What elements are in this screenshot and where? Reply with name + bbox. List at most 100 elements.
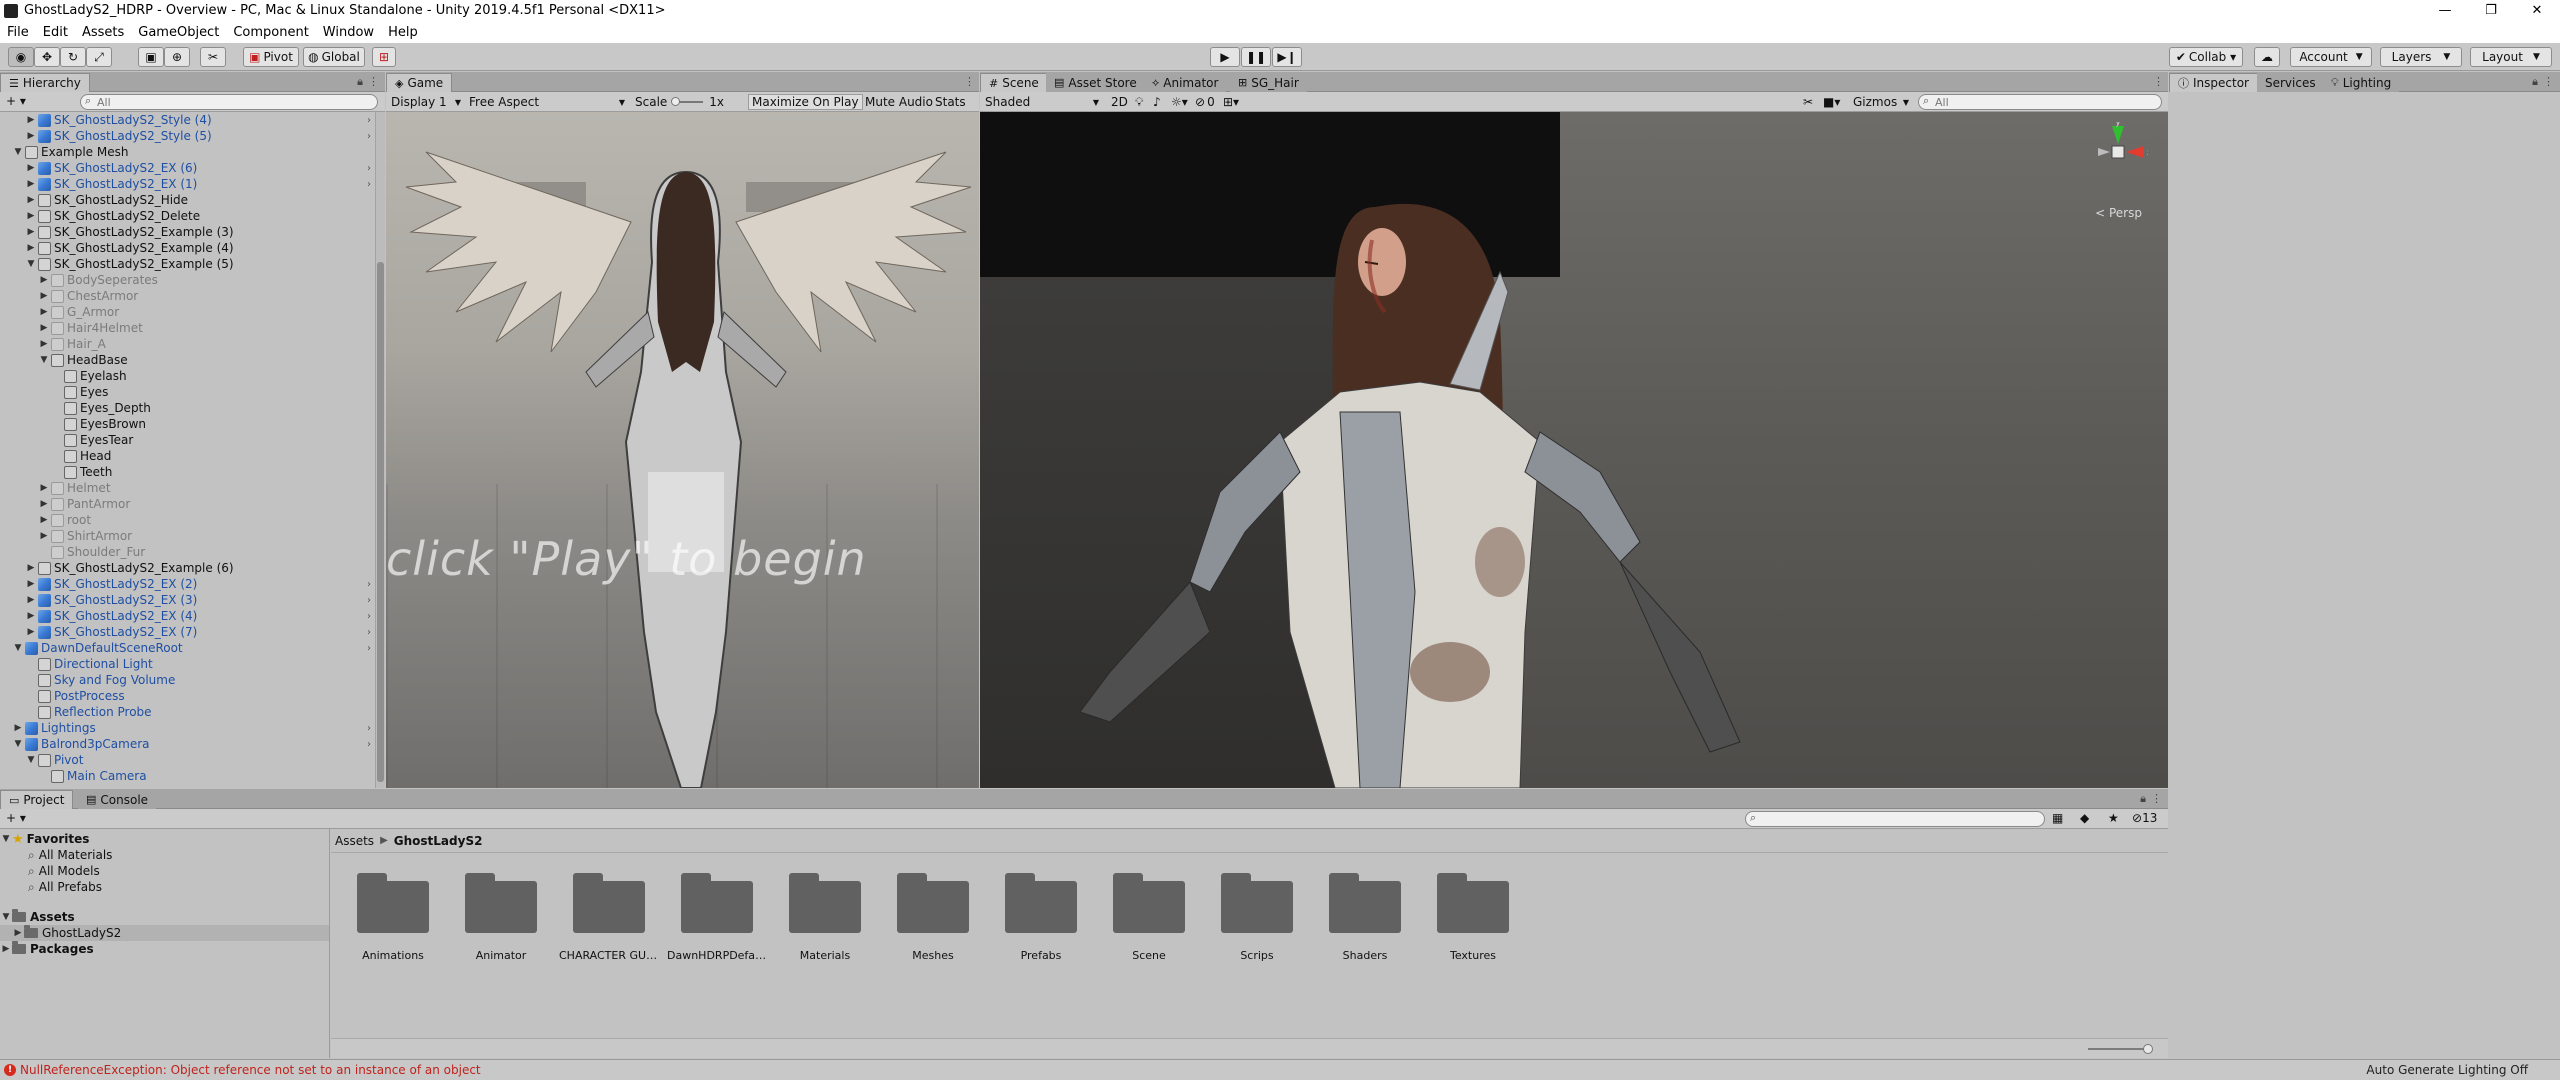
restore-button[interactable]: ❐ [2468,0,2514,21]
hierarchy-row[interactable]: ▶ SK_GhostLadyS2_EX (1) › [0,176,375,192]
open-prefab-chevron-icon[interactable]: › [367,163,371,174]
favorite-all-materials[interactable]: ⌕ All Materials [0,847,329,863]
asset-folder[interactable]: DawnHDRPDefaul... [667,871,767,981]
asset-folder[interactable]: Textures [1423,871,1523,981]
asset-folder[interactable]: Meshes [883,871,983,981]
hierarchy-row[interactable]: ▼ Pivot [0,752,375,768]
menu-assets[interactable]: Assets [75,25,131,40]
play-button[interactable]: ▶ [1210,47,1240,67]
perspective-label[interactable]: < Persp [2095,206,2142,220]
cloud-button[interactable]: ☁ [2254,47,2280,67]
rect-tool-button[interactable]: ▣ [138,47,164,67]
asset-folder[interactable]: Scene [1099,871,1199,981]
expand-arrow-icon[interactable]: ▶ [26,563,36,573]
kebab-menu-icon[interactable]: ⋮ [964,75,975,88]
hierarchy-row[interactable]: ▶ SK_GhostLadyS2_Example (3) [0,224,375,240]
filter-type-icon[interactable]: ▦ [2052,811,2063,825]
hierarchy-scrollbar[interactable] [375,112,385,788]
pause-button[interactable]: ❚❚ [1241,47,1271,67]
scale-tool-button[interactable]: ⤢ [86,47,112,67]
folder-ghostladys2[interactable]: ▶ GhostLadyS2 [0,925,329,941]
hierarchy-row[interactable]: ▶ G_Armor [0,304,375,320]
tab-hierarchy[interactable]: ☰ Hierarchy [0,73,90,92]
lock-icon[interactable]: 🔒︎ [2532,75,2538,89]
expand-arrow-icon[interactable]: ▶ [26,163,36,173]
hand-tool-button[interactable]: ◉ [8,47,34,67]
scene-search-input[interactable]: All [1918,94,2162,110]
kebab-menu-icon[interactable]: ⋮ [2543,75,2554,88]
expand-arrow-icon[interactable]: ▶ [26,611,36,621]
open-prefab-chevron-icon[interactable]: › [367,739,371,750]
project-search-input[interactable] [1745,811,2045,827]
favorite-star-icon[interactable]: ★ [2108,811,2119,825]
expand-arrow-icon[interactable]: ▶ [39,323,49,333]
account-dropdown[interactable]: Account ▼ [2290,47,2372,67]
kebab-menu-icon[interactable]: ⋮ [2151,792,2162,805]
hierarchy-row[interactable]: Eyelash [0,368,375,384]
hierarchy-row[interactable]: ▶ ShirtArmor [0,528,375,544]
expand-arrow-icon[interactable]: ▶ [26,195,36,205]
menu-help[interactable]: Help [381,25,425,40]
breadcrumb-assets[interactable]: Assets [335,834,374,848]
hierarchy-row[interactable]: Main Camera [0,768,375,784]
open-prefab-chevron-icon[interactable]: › [367,131,371,142]
expand-arrow-icon[interactable]: ▶ [26,115,36,125]
scale-slider[interactable]: Scale 1x [632,94,732,110]
expand-arrow-icon[interactable]: ▶ [39,499,49,509]
hidden-packages-toggle[interactable]: ⊘13 [2132,811,2157,825]
expand-arrow-icon[interactable]: ▼ [0,912,12,922]
pivot-toggle[interactable]: ▣ Pivot [243,47,299,67]
grid-toggle[interactable]: ⊞▾ [1220,94,1242,110]
camera-dropdown[interactable]: ■▾ [1820,94,1843,110]
open-prefab-chevron-icon[interactable]: › [367,611,371,622]
gizmos-dropdown[interactable]: Gizmos ▼ [1850,94,1912,110]
expand-arrow-icon[interactable]: ▶ [13,723,23,733]
hierarchy-row[interactable]: Teeth [0,464,375,480]
hierarchy-row[interactable]: ▶ SK_GhostLadyS2_EX (2) › [0,576,375,592]
expand-arrow-icon[interactable]: ▼ [13,643,23,653]
expand-arrow-icon[interactable]: ▶ [39,515,49,525]
effects-dropdown[interactable]: ☼▾ [1168,94,1191,110]
hierarchy-row[interactable]: Eyes_Depth [0,400,375,416]
hierarchy-row[interactable]: ▶ root [0,512,375,528]
expand-arrow-icon[interactable]: ▶ [39,275,49,285]
hierarchy-row[interactable]: ▶ SK_GhostLadyS2_Style (4) › [0,112,375,128]
expand-arrow-icon[interactable]: ▼ [13,739,23,749]
menu-window[interactable]: Window [316,25,381,40]
hierarchy-row[interactable]: EyesTear [0,432,375,448]
global-toggle[interactable]: ◍ Global [303,47,365,67]
hierarchy-row[interactable]: ▼ Example Mesh [0,144,375,160]
expand-arrow-icon[interactable]: ▶ [26,243,36,253]
asset-folder[interactable]: Shaders [1315,871,1415,981]
hierarchy-row[interactable]: ▶ Hair_A [0,336,375,352]
minimize-button[interactable]: — [2422,0,2468,21]
tab-console[interactable]: ▤ Console [78,790,157,809]
expand-arrow-icon[interactable]: ▶ [26,211,36,221]
hierarchy-row[interactable]: ▶ SK_GhostLadyS2_EX (6) › [0,160,375,176]
layout-dropdown[interactable]: Layout ▼ [2470,47,2552,67]
2d-toggle[interactable]: 2D [1108,94,1131,110]
assets-root[interactable]: ▼ Assets [0,909,329,925]
layers-dropdown[interactable]: Layers ▼ [2380,47,2462,67]
hierarchy-row[interactable]: ▶ SK_GhostLadyS2_Example (4) [0,240,375,256]
expand-arrow-icon[interactable]: ▶ [26,179,36,189]
hierarchy-row[interactable]: ▶ ChestArmor [0,288,375,304]
move-tool-button[interactable]: ✥ [34,47,60,67]
tab-sg-hair[interactable]: ⊞ SG_Hair [1230,73,1307,92]
hierarchy-row[interactable]: ▶ SK_GhostLadyS2_Style (5) › [0,128,375,144]
hierarchy-row[interactable]: ▶ BodySeperates [0,272,375,288]
collab-dropdown[interactable]: ✔ Collab ▾ [2169,47,2243,67]
tools-toggle[interactable]: ✂ [1800,94,1816,110]
hierarchy-row[interactable]: Directional Light [0,656,375,672]
stats-toggle[interactable]: Stats [932,94,969,110]
step-button[interactable]: ▶❙ [1272,47,1302,67]
expand-arrow-icon[interactable]: ▼ [26,755,36,765]
grid-snap-button[interactable]: ⊞ [372,47,396,67]
console-error-message[interactable]: NullReferenceException: Object reference… [20,1063,481,1077]
hierarchy-row[interactable]: EyesBrown [0,416,375,432]
expand-arrow-icon[interactable]: ▶ [39,307,49,317]
custom-tool-button[interactable]: ✂ [200,47,226,67]
open-prefab-chevron-icon[interactable]: › [367,579,371,590]
open-prefab-chevron-icon[interactable]: › [367,723,371,734]
hierarchy-row[interactable]: Eyes [0,384,375,400]
